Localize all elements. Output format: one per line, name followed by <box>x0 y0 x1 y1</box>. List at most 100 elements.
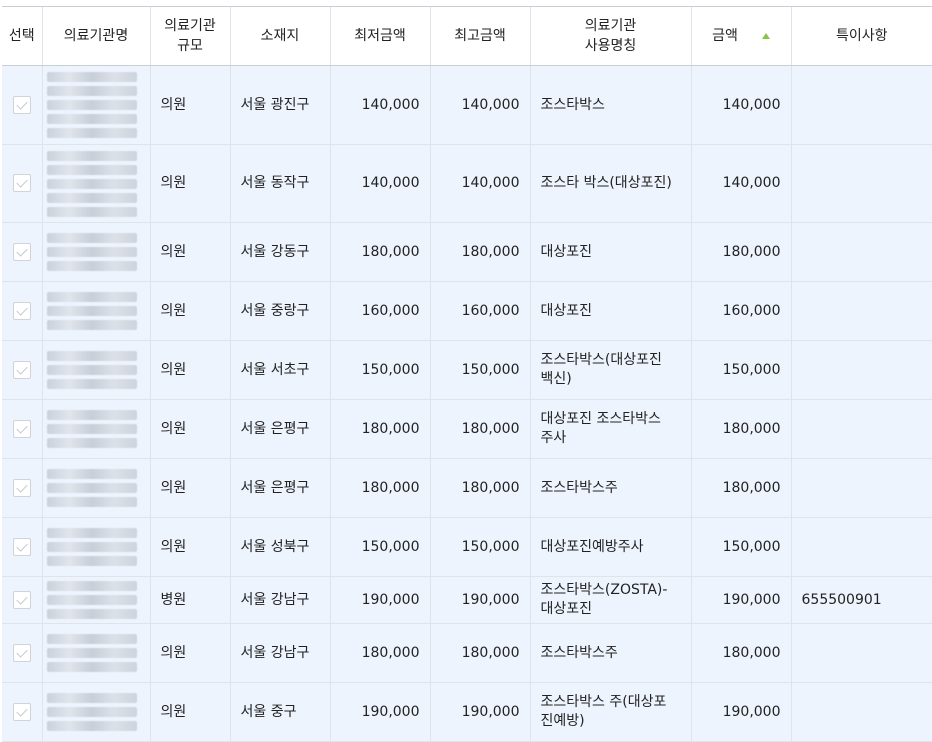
select-cell <box>2 576 42 624</box>
notes-cell <box>790 340 932 400</box>
redacted-org-name <box>46 469 137 507</box>
usage-name-cell: 조스타박스주 <box>529 458 691 518</box>
redacted-org-name <box>46 72 137 138</box>
notes-cell <box>790 399 932 459</box>
location-cell: 서울 강남구 <box>229 576 330 624</box>
table-body: 의원 서울 광진구 140,000 140,000 조스타박스 140,000 의원 서울 동… <box>2 65 932 742</box>
row-checkbox[interactable] <box>12 590 31 609</box>
min-amount-cell: 190,000 <box>329 576 430 624</box>
table-row[interactable]: 의원 서울 강남구 180,000 180,000 조스타박스주 180,000 <box>2 623 932 683</box>
location-cell: 서울 광진구 <box>229 65 330 145</box>
col-header-usage-name[interactable]: 의료기관 사용명칭 <box>529 6 691 66</box>
table-row[interactable]: 의원 서울 은평구 180,000 180,000 조스타박스주 180,000 <box>2 458 932 518</box>
min-amount-cell: 150,000 <box>329 340 430 400</box>
usage-name-cell: 대상포진 <box>529 281 691 341</box>
row-checkbox[interactable] <box>12 537 31 556</box>
redacted-org-name <box>46 634 137 672</box>
max-amount-cell: 190,000 <box>429 682 530 742</box>
table-row[interactable]: 의원 서울 광진구 140,000 140,000 조스타박스 140,000 <box>2 65 932 145</box>
amount-cell: 190,000 <box>690 576 791 624</box>
notes-cell <box>790 222 932 282</box>
usage-name-cell: 조스타박스(대상포진 백신) <box>529 340 691 400</box>
select-cell <box>2 623 42 683</box>
row-checkbox[interactable] <box>12 242 31 261</box>
min-amount-cell: 180,000 <box>329 458 430 518</box>
row-checkbox[interactable] <box>12 419 31 438</box>
col-header-org-size[interactable]: 의료기관 규모 <box>149 6 230 66</box>
redacted-org-name <box>46 410 137 448</box>
redacted-org-name <box>46 233 137 271</box>
sort-ascending-icon[interactable] <box>761 33 770 39</box>
location-cell: 서울 성북구 <box>229 517 330 577</box>
amount-cell: 140,000 <box>690 144 791 223</box>
org-name-cell <box>41 517 150 577</box>
org-size-cell: 의원 <box>149 682 230 742</box>
amount-cell: 140,000 <box>690 65 791 145</box>
notes-cell: 655500901 <box>790 576 932 624</box>
row-checkbox[interactable] <box>12 174 31 192</box>
select-cell <box>2 340 42 400</box>
row-checkbox[interactable] <box>12 95 31 114</box>
table-row[interactable]: 의원 서울 성북구 150,000 150,000 대상포진예방주사 150,000 <box>2 517 932 577</box>
notes-cell <box>790 458 932 518</box>
max-amount-cell: 150,000 <box>429 517 530 577</box>
amount-cell: 180,000 <box>690 458 791 518</box>
max-amount-cell: 160,000 <box>429 281 530 341</box>
usage-name-cell: 조스타박스 주(대상포 진예방) <box>529 682 691 742</box>
min-amount-cell: 140,000 <box>329 144 430 223</box>
max-amount-cell: 180,000 <box>429 623 530 683</box>
org-name-cell <box>41 623 150 683</box>
row-checkbox[interactable] <box>12 643 31 662</box>
location-cell: 서울 강동구 <box>229 222 330 282</box>
row-checkbox[interactable] <box>12 301 31 320</box>
col-header-max-amount[interactable]: 최고금액 <box>429 6 530 66</box>
amount-cell: 190,000 <box>690 682 791 742</box>
org-size-cell: 의원 <box>149 340 230 400</box>
notes-cell <box>790 65 932 145</box>
select-cell <box>2 65 42 145</box>
select-cell <box>2 281 42 341</box>
notes-cell <box>790 623 932 683</box>
row-checkbox[interactable] <box>12 702 31 721</box>
location-cell: 서울 서초구 <box>229 340 330 400</box>
amount-cell: 180,000 <box>690 222 791 282</box>
amount-cell: 180,000 <box>690 399 791 459</box>
select-cell <box>2 144 42 223</box>
table-row[interactable]: 의원 서울 은평구 180,000 180,000 대상포진 조스타박스 주사 180,0… <box>2 399 932 459</box>
select-cell <box>2 222 42 282</box>
table-row[interactable]: 의원 서울 중구 190,000 190,000 조스타박스 주(대상포 진예방) 190… <box>2 682 932 742</box>
redacted-org-name <box>46 150 137 217</box>
usage-name-cell: 조스타박스(ZOSTA)- 대상포진 <box>529 576 691 624</box>
col-header-notes[interactable]: 특이사항 <box>790 6 932 66</box>
max-amount-cell: 180,000 <box>429 458 530 518</box>
notes-cell <box>790 517 932 577</box>
col-header-org-name[interactable]: 의료기관명 <box>41 6 150 66</box>
org-size-cell: 의원 <box>149 399 230 459</box>
row-checkbox[interactable] <box>12 360 31 379</box>
usage-name-cell: 조스타 박스(대상포진) <box>529 144 691 223</box>
table-row[interactable]: 의원 서울 서초구 150,000 150,000 조스타박스(대상포진 백신) 150,… <box>2 340 932 400</box>
location-cell: 서울 은평구 <box>229 458 330 518</box>
min-amount-cell: 190,000 <box>329 682 430 742</box>
redacted-org-name <box>46 292 137 330</box>
table-row[interactable]: 의원 서울 강동구 180,000 180,000 대상포진 180,000 <box>2 222 932 282</box>
col-header-amount[interactable]: 금액 <box>690 6 791 66</box>
location-cell: 서울 강남구 <box>229 623 330 683</box>
amount-cell: 160,000 <box>690 281 791 341</box>
row-checkbox[interactable] <box>12 478 31 497</box>
table-row[interactable]: 병원 서울 강남구 190,000 190,000 조스타박스(ZOSTA)- 대상포진… <box>2 576 932 624</box>
table-row[interactable]: 의원 서울 중랑구 160,000 160,000 대상포진 160,000 <box>2 281 932 341</box>
org-name-cell <box>41 281 150 341</box>
org-size-cell: 의원 <box>149 222 230 282</box>
max-amount-cell: 180,000 <box>429 222 530 282</box>
col-header-location[interactable]: 소재지 <box>229 6 330 66</box>
table-row[interactable]: 의원 서울 동작구 140,000 140,000 조스타 박스(대상포진) 140,00… <box>2 144 932 223</box>
redacted-org-name <box>46 528 137 566</box>
max-amount-cell: 180,000 <box>429 399 530 459</box>
col-header-select[interactable]: 선택 <box>2 6 42 66</box>
min-amount-cell: 180,000 <box>329 222 430 282</box>
org-name-cell <box>41 458 150 518</box>
notes-cell <box>790 144 932 223</box>
col-header-min-amount[interactable]: 최저금액 <box>329 6 430 66</box>
select-cell <box>2 682 42 742</box>
